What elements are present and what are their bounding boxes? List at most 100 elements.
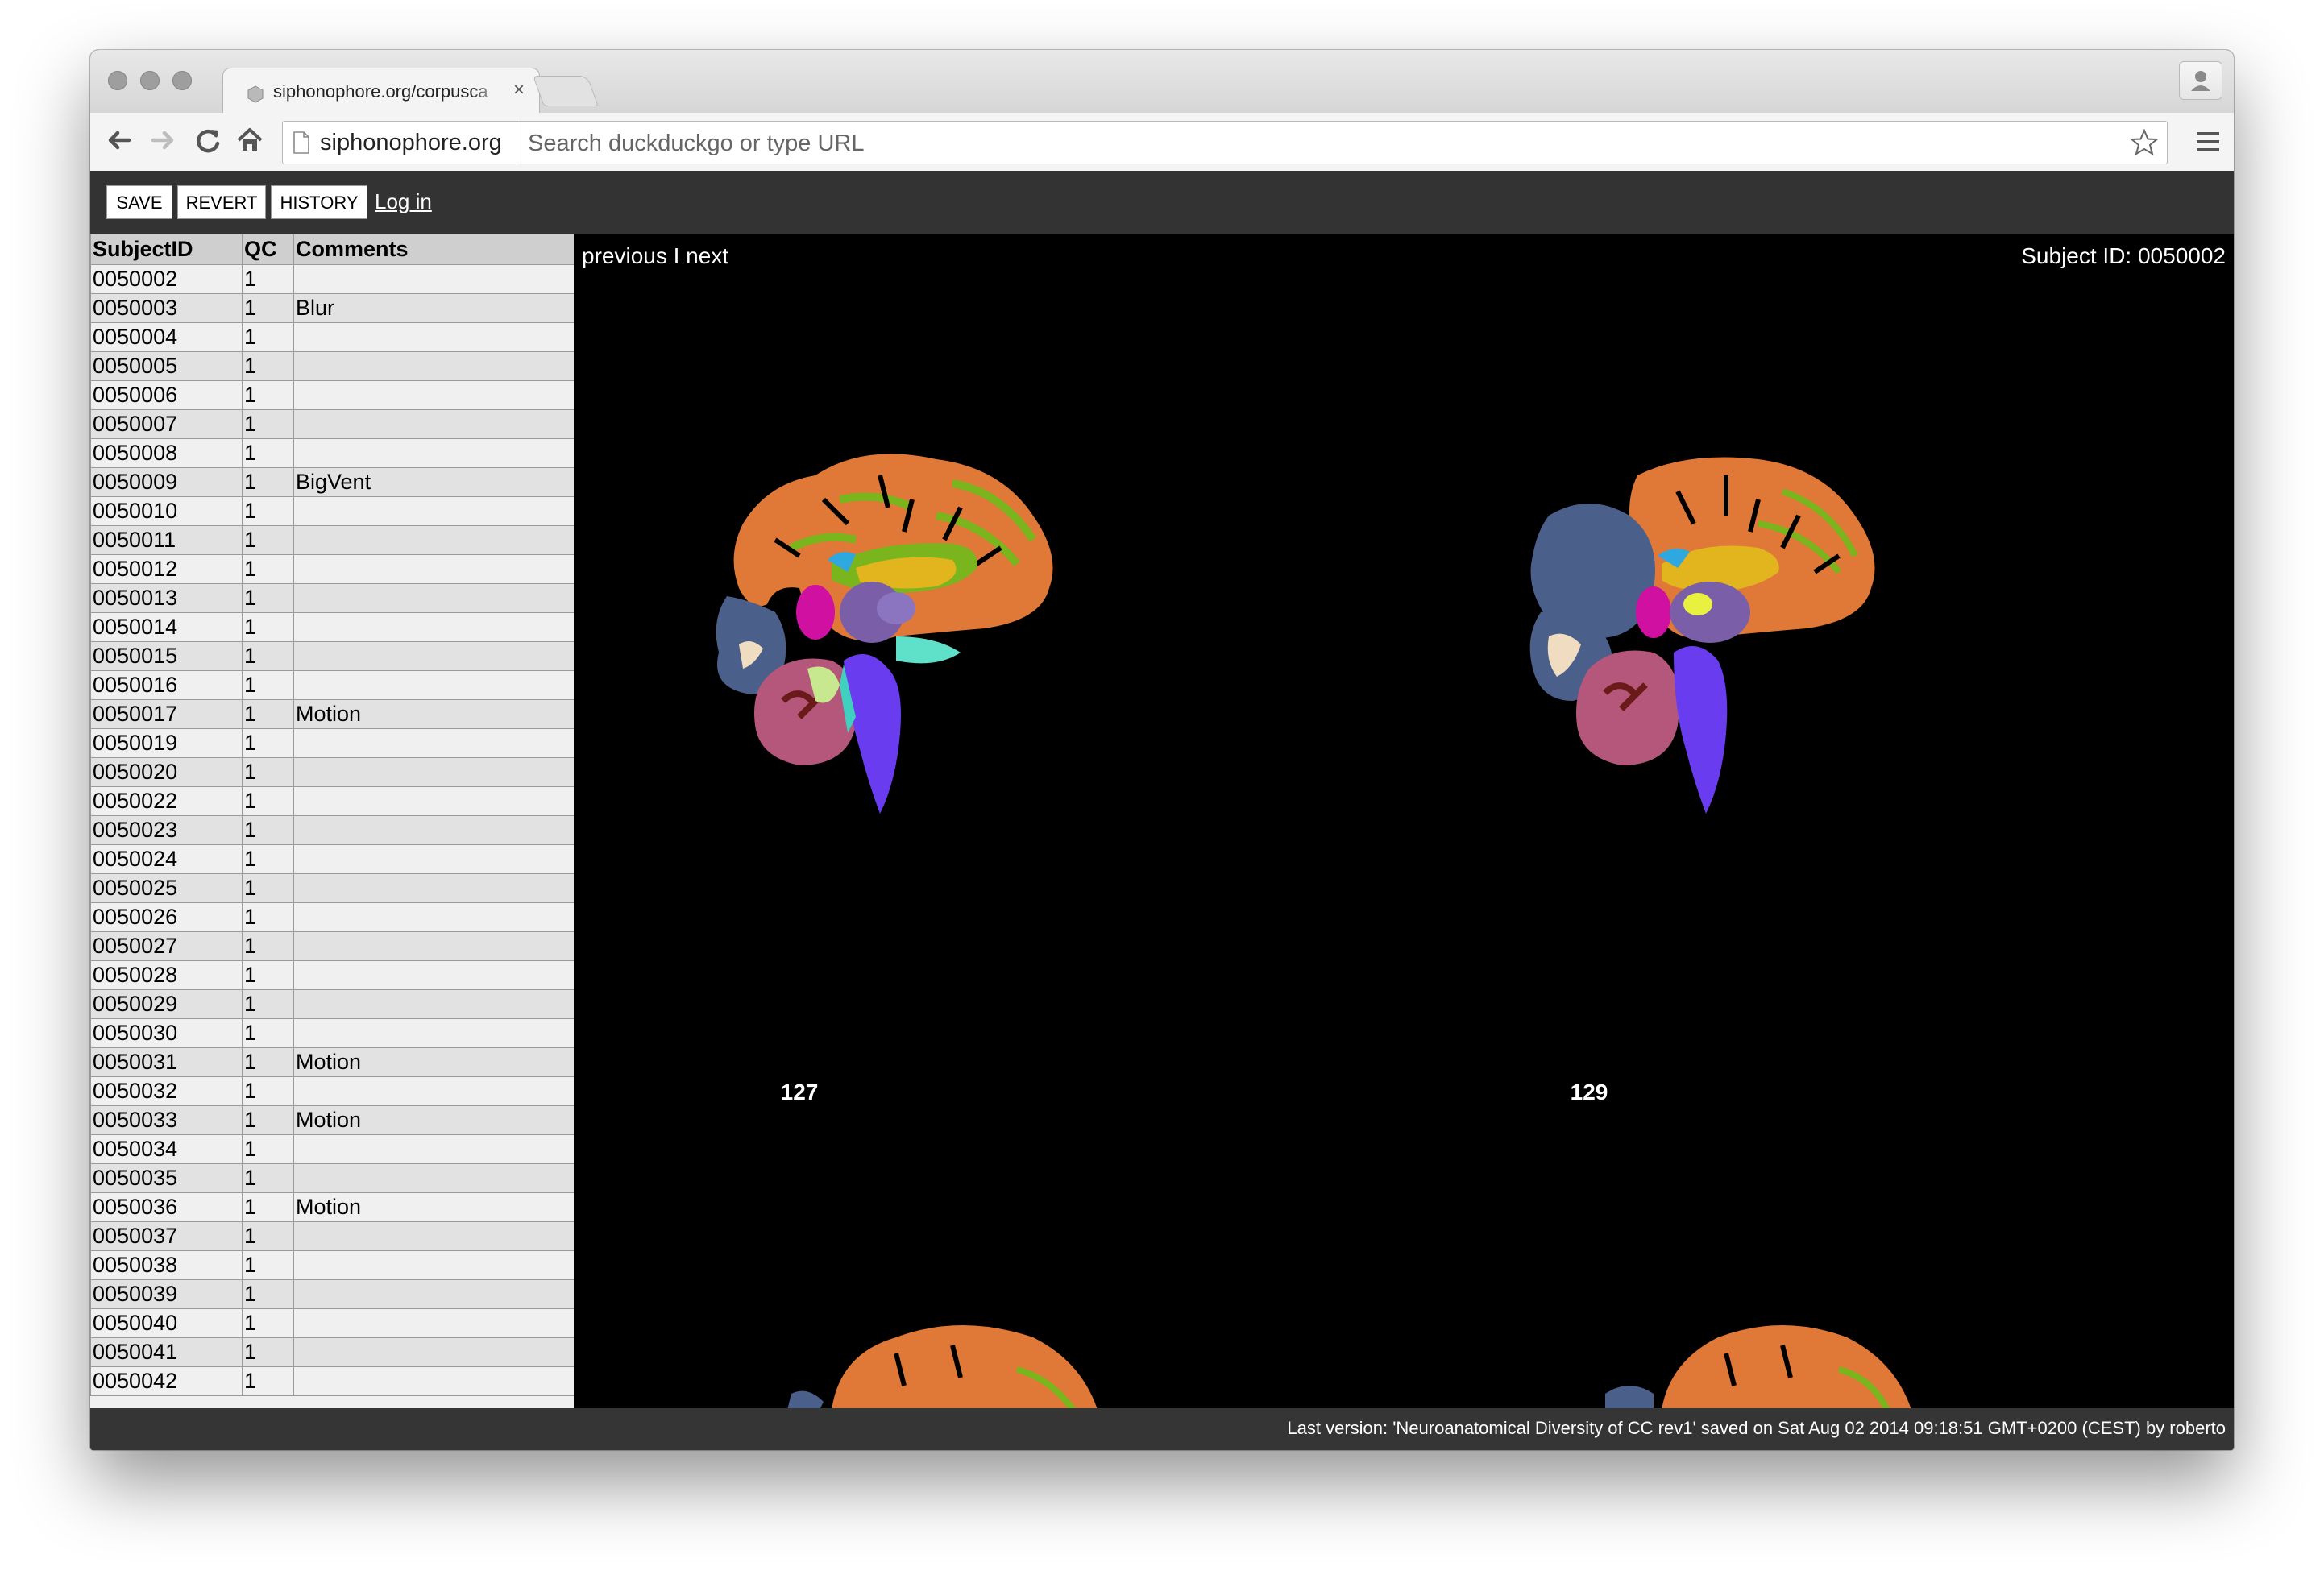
cell-subjectid[interactable]: 0050006 (90, 380, 243, 410)
home-icon[interactable] (232, 122, 268, 158)
cell-comments[interactable] (293, 322, 574, 352)
table-row[interactable]: 0050035 1 (90, 1163, 574, 1193)
cell-qc[interactable]: 1 (242, 1366, 294, 1396)
table-row[interactable]: 0050032 1 (90, 1076, 574, 1106)
cell-subjectid[interactable]: 0050038 (90, 1250, 243, 1280)
cell-comments[interactable]: Motion (293, 1192, 574, 1222)
cell-comments[interactable] (293, 641, 574, 671)
cell-comments[interactable] (293, 1279, 574, 1309)
cell-qc[interactable]: 1 (242, 1279, 294, 1309)
zoom-window-button[interactable] (172, 71, 192, 90)
cell-qc[interactable]: 1 (242, 583, 294, 613)
cell-qc[interactable]: 1 (242, 844, 294, 874)
table-row[interactable]: 0050005 1 (90, 351, 574, 381)
cell-subjectid[interactable]: 0050012 (90, 554, 243, 584)
table-row[interactable]: 0050003 1 Blur (90, 293, 574, 323)
cell-subjectid[interactable]: 0050017 (90, 699, 243, 729)
table-row[interactable]: 0050004 1 (90, 322, 574, 352)
cell-subjectid[interactable]: 0050020 (90, 757, 243, 787)
revert-button[interactable]: REVERT (177, 185, 266, 219)
table-row[interactable]: 0050014 1 (90, 612, 574, 642)
table-row[interactable]: 0050020 1 (90, 757, 574, 787)
cell-comments[interactable]: Blur (293, 293, 574, 323)
cell-subjectid[interactable]: 0050011 (90, 525, 243, 555)
table-row[interactable]: 0050010 1 (90, 496, 574, 526)
cell-subjectid[interactable]: 0050036 (90, 1192, 243, 1222)
cell-subjectid[interactable]: 0050033 (90, 1105, 243, 1135)
table-row[interactable]: 0050022 1 (90, 786, 574, 816)
cell-subjectid[interactable]: 0050026 (90, 902, 243, 932)
table-row[interactable]: 0050030 1 (90, 1018, 574, 1048)
cell-comments[interactable]: Motion (293, 699, 574, 729)
cell-subjectid[interactable]: 0050008 (90, 438, 243, 468)
cell-qc[interactable]: 1 (242, 728, 294, 758)
cell-qc[interactable]: 1 (242, 525, 294, 555)
cell-comments[interactable] (293, 1163, 574, 1193)
cell-subjectid[interactable]: 0050005 (90, 351, 243, 381)
cell-comments[interactable] (293, 554, 574, 584)
cell-comments[interactable] (293, 264, 574, 294)
column-header-comments[interactable]: Comments (293, 234, 574, 265)
table-row[interactable]: 0050039 1 (90, 1279, 574, 1309)
save-button[interactable]: SAVE (106, 185, 172, 219)
menu-icon[interactable] (2193, 126, 2222, 158)
cell-subjectid[interactable]: 0050010 (90, 496, 243, 526)
minimize-window-button[interactable] (140, 71, 160, 90)
cell-subjectid[interactable]: 0050003 (90, 293, 243, 323)
close-icon[interactable]: × (513, 78, 525, 102)
brain-slice-lower-left-image[interactable] (775, 1305, 1138, 1408)
table-row[interactable]: 0050015 1 (90, 641, 574, 671)
cell-qc[interactable]: 1 (242, 1308, 294, 1338)
cell-comments[interactable] (293, 1337, 574, 1367)
cell-qc[interactable]: 1 (242, 670, 294, 700)
cell-comments[interactable] (293, 1366, 574, 1396)
cell-qc[interactable]: 1 (242, 873, 294, 903)
cell-qc[interactable]: 1 (242, 612, 294, 642)
table-row[interactable]: 0050031 1 Motion (90, 1047, 574, 1077)
cell-qc[interactable]: 1 (242, 380, 294, 410)
cell-qc[interactable]: 1 (242, 815, 294, 845)
table-row[interactable]: 0050027 1 (90, 931, 574, 961)
cell-qc[interactable]: 1 (242, 1134, 294, 1164)
table-row[interactable]: 0050019 1 (90, 728, 574, 758)
cell-subjectid[interactable]: 0050042 (90, 1366, 243, 1396)
cell-qc[interactable]: 1 (242, 554, 294, 584)
table-row[interactable]: 0050033 1 Motion (90, 1105, 574, 1135)
cell-comments[interactable] (293, 815, 574, 845)
cell-comments[interactable] (293, 1221, 574, 1251)
forward-icon[interactable] (145, 122, 181, 158)
cell-qc[interactable]: 1 (242, 1018, 294, 1048)
cell-qc[interactable]: 1 (242, 641, 294, 671)
table-row[interactable]: 0050016 1 (90, 670, 574, 700)
table-row[interactable]: 0050041 1 (90, 1337, 574, 1367)
cell-subjectid[interactable]: 0050004 (90, 322, 243, 352)
cell-qc[interactable]: 1 (242, 902, 294, 932)
cell-subjectid[interactable]: 0050022 (90, 786, 243, 816)
cell-comments[interactable] (293, 496, 574, 526)
cell-subjectid[interactable]: 0050035 (90, 1163, 243, 1193)
brain-slice-lower-right-image[interactable] (1589, 1305, 1952, 1408)
cell-subjectid[interactable]: 0050007 (90, 409, 243, 439)
cell-subjectid[interactable]: 0050023 (90, 815, 243, 845)
table-row[interactable]: 0050008 1 (90, 438, 574, 468)
cell-subjectid[interactable]: 0050028 (90, 960, 243, 990)
cell-qc[interactable]: 1 (242, 757, 294, 787)
cell-comments[interactable] (293, 351, 574, 381)
cell-comments[interactable] (293, 757, 574, 787)
table-row[interactable]: 0050029 1 (90, 989, 574, 1019)
table-row[interactable]: 0050024 1 (90, 844, 574, 874)
cell-comments[interactable] (293, 1308, 574, 1338)
cell-comments[interactable] (293, 728, 574, 758)
url-input[interactable] (526, 126, 2085, 160)
cell-comments[interactable] (293, 612, 574, 642)
cell-subjectid[interactable]: 0050039 (90, 1279, 243, 1309)
column-header-subjectid[interactable]: SubjectID (90, 234, 243, 265)
cell-qc[interactable]: 1 (242, 989, 294, 1019)
new-tab-button[interactable] (533, 76, 599, 106)
cell-comments[interactable] (293, 873, 574, 903)
cell-qc[interactable]: 1 (242, 1105, 294, 1135)
cell-subjectid[interactable]: 0050015 (90, 641, 243, 671)
cell-comments[interactable] (293, 438, 574, 468)
cell-subjectid[interactable]: 0050029 (90, 989, 243, 1019)
cell-subjectid[interactable]: 0050016 (90, 670, 243, 700)
